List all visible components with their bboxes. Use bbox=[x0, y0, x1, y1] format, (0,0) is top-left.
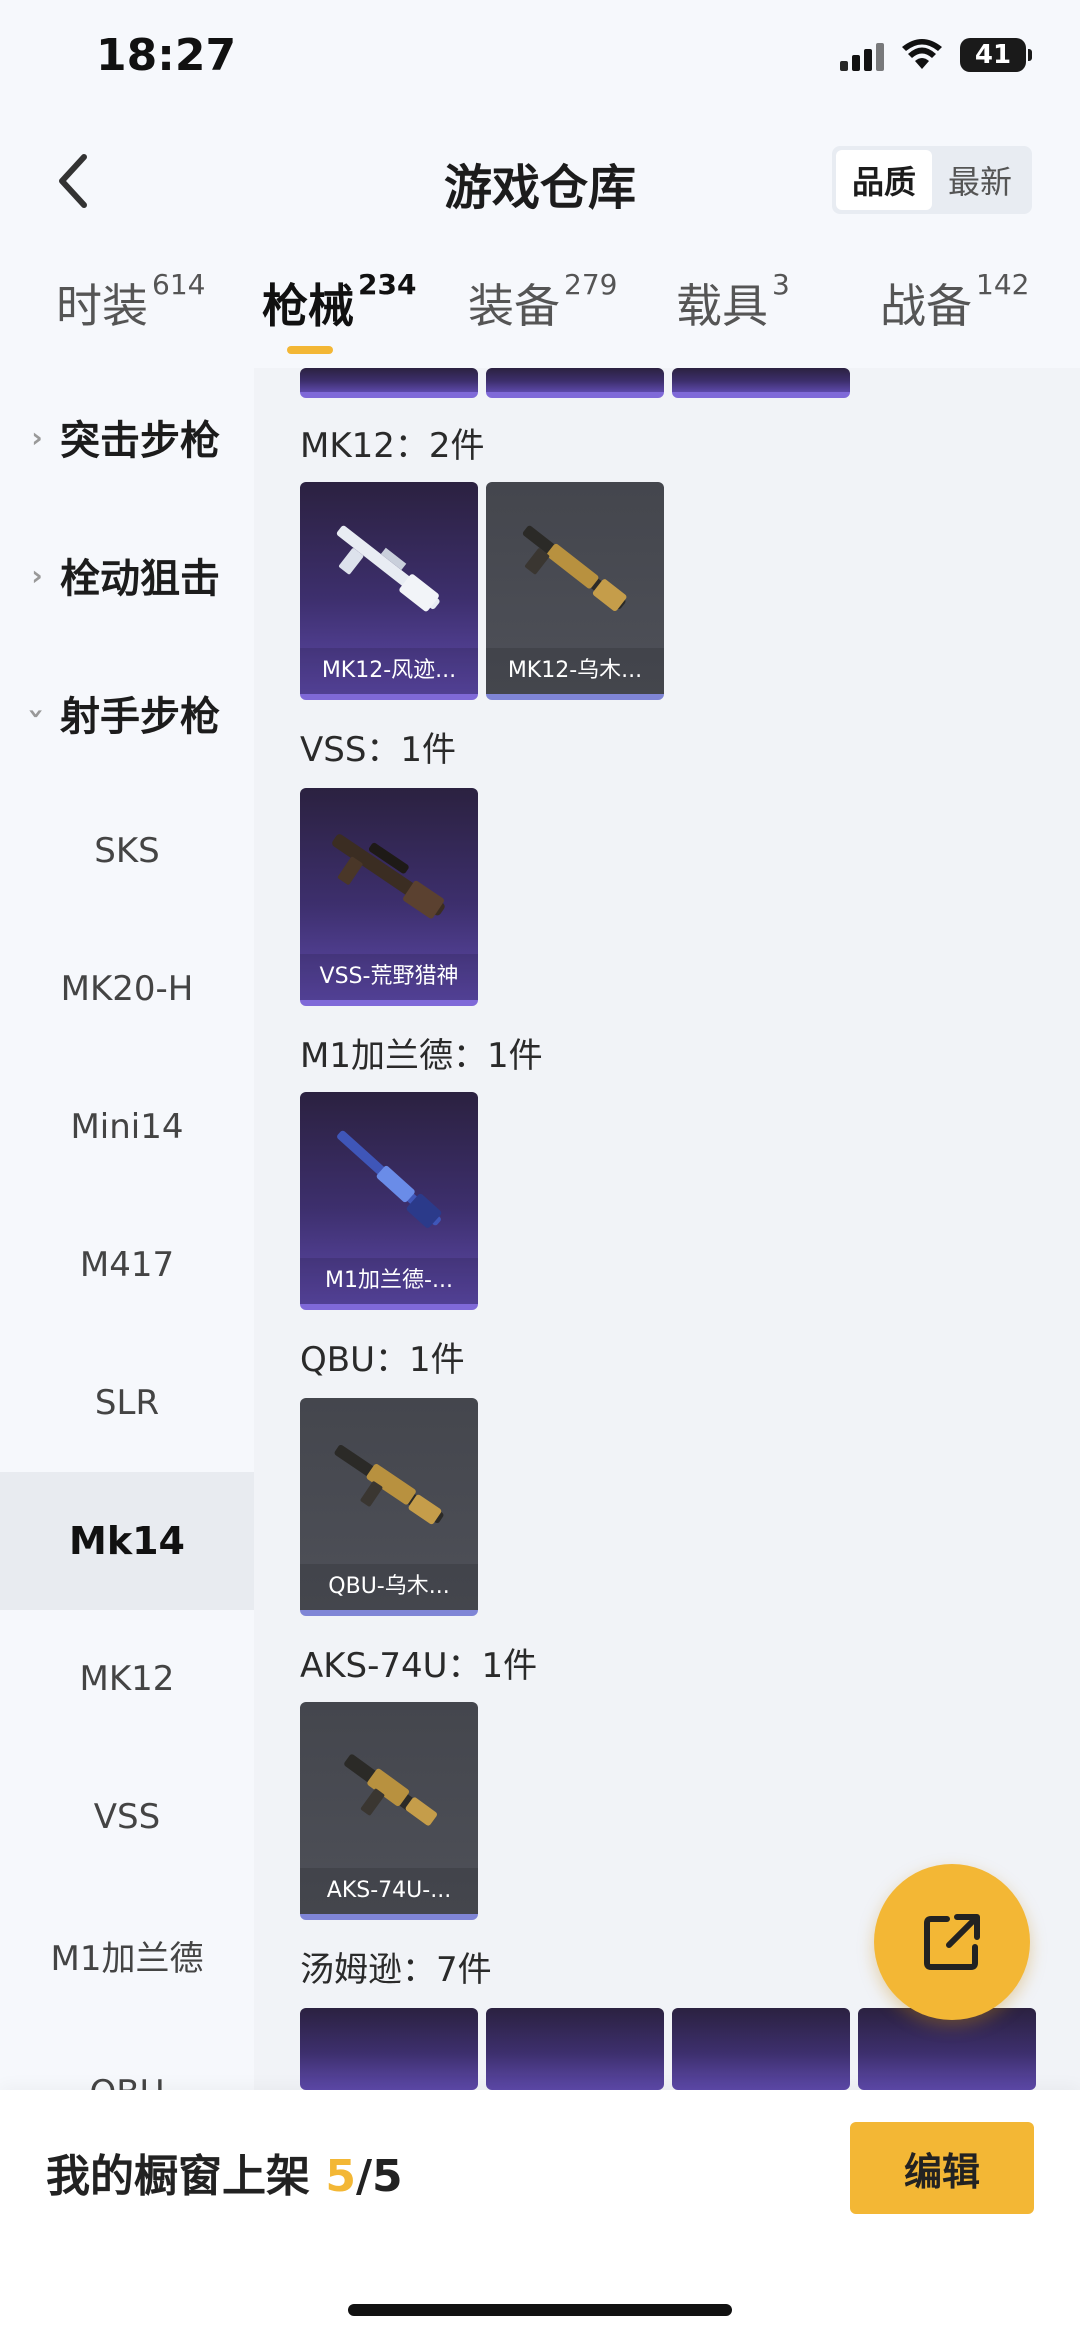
weapon-card-partial[interactable] bbox=[300, 2008, 478, 2090]
tab-supplies[interactable]: 战备 142 bbox=[880, 268, 1029, 336]
active-tab-indicator bbox=[287, 346, 333, 354]
weapon-card-label: QBU-乌木... bbox=[300, 1564, 478, 1610]
wifi-icon bbox=[902, 39, 942, 71]
battery-level: 41 bbox=[974, 40, 1012, 70]
header: 游戏仓库 品质 最新 bbox=[0, 120, 1080, 240]
status-icons: 41 bbox=[840, 38, 1032, 72]
chevron-down-icon: › bbox=[20, 707, 54, 719]
showcase-count: 5 bbox=[325, 2151, 356, 2202]
rifle-image bbox=[344, 1754, 438, 1826]
sidebar-item-m1-garand[interactable]: M1加兰德 bbox=[0, 1886, 254, 2024]
weapon-card-partial[interactable] bbox=[672, 368, 850, 398]
weapon-card-label: AKS-74U-... bbox=[300, 1868, 478, 1914]
sort-toggle: 品质 最新 bbox=[832, 146, 1032, 214]
sidebar-item-mk12[interactable]: MK12 bbox=[0, 1610, 254, 1748]
status-time: 18:27 bbox=[96, 30, 237, 81]
sidebar-item-mini14[interactable]: Mini14 bbox=[0, 1058, 254, 1196]
rifle-image bbox=[332, 834, 445, 919]
weapon-card[interactable]: MK12-风迹... bbox=[300, 482, 478, 700]
category-tabs: 时装 614 枪械 234 装备 279 载具 3 战备 142 bbox=[0, 240, 1080, 368]
weapon-card-partial[interactable] bbox=[486, 368, 664, 398]
tab-vehicles[interactable]: 载具 3 bbox=[676, 268, 790, 336]
sidebar-item-mk14[interactable]: Mk14 bbox=[0, 1472, 254, 1610]
share-external-icon bbox=[924, 1914, 980, 1970]
group-title: AKS-74U：1件 bbox=[300, 1646, 538, 1686]
chevron-right-icon: › bbox=[31, 420, 43, 454]
rifle-image bbox=[522, 525, 627, 611]
bottom-bar: 我的橱窗上架 5/5 编辑 bbox=[0, 2090, 1080, 2339]
sidebar-item-vss[interactable]: VSS bbox=[0, 1748, 254, 1886]
rifle-image bbox=[334, 1444, 444, 1525]
weapon-card-partial[interactable] bbox=[858, 2008, 1036, 2090]
weapon-card-label: MK12-风迹... bbox=[300, 648, 478, 694]
weapon-card[interactable]: M1加兰德-... bbox=[300, 1092, 478, 1310]
sort-newest-option[interactable]: 最新 bbox=[932, 150, 1028, 210]
weapon-card[interactable]: AKS-74U-... bbox=[300, 1702, 478, 1920]
chevron-right-icon: › bbox=[31, 558, 43, 592]
sidebar-item-sks[interactable]: SKS bbox=[0, 782, 254, 920]
weapon-list: MK12：2件 MK12-风迹... MK12-乌木... VSS：1件 VSS… bbox=[254, 368, 1080, 2090]
sidebar-item-slr[interactable]: SLR bbox=[0, 1334, 254, 1472]
sort-quality-option[interactable]: 品质 bbox=[836, 150, 932, 210]
tab-guns[interactable]: 枪械 234 bbox=[262, 268, 416, 336]
weapon-card-partial[interactable] bbox=[486, 2008, 664, 2090]
weapon-card[interactable]: VSS-荒野猎神 bbox=[300, 788, 478, 1006]
weapon-sidebar: › 突击步枪 › 栓动狙击 › 射手步枪 SKS MK20-H Mini14 M417… bbox=[0, 368, 254, 2090]
edit-button[interactable]: 编辑 bbox=[850, 2122, 1034, 2214]
weapon-card-label: M1加兰德-... bbox=[300, 1258, 478, 1304]
sidebar-item-mk20h[interactable]: MK20-H bbox=[0, 920, 254, 1058]
weapon-card[interactable]: MK12-乌木... bbox=[486, 482, 664, 700]
weapon-card[interactable]: QBU-乌木... bbox=[300, 1398, 478, 1616]
showcase-status: 我的橱窗上架 5/5 bbox=[46, 2151, 403, 2202]
group-title: VSS：1件 bbox=[300, 730, 457, 770]
battery-icon: 41 bbox=[960, 38, 1032, 72]
group-title: QBU：1件 bbox=[300, 1340, 465, 1380]
group-title: 汤姆逊：7件 bbox=[300, 1950, 492, 1990]
sidebar-category-bolt-action[interactable]: › 栓动狙击 bbox=[0, 506, 254, 644]
weapon-card-partial[interactable] bbox=[672, 2008, 850, 2090]
weapon-card-label: MK12-乌木... bbox=[486, 648, 664, 694]
rifle-image bbox=[337, 1130, 442, 1228]
tab-fashion[interactable]: 时装 614 bbox=[56, 268, 205, 336]
sidebar-item-m417[interactable]: M417 bbox=[0, 1196, 254, 1334]
sidebar-category-marksman[interactable]: › 射手步枪 bbox=[0, 644, 254, 782]
share-button[interactable] bbox=[874, 1864, 1030, 2020]
sidebar-category-assault-rifles[interactable]: › 突击步枪 bbox=[0, 368, 254, 506]
status-bar: 18:27 41 bbox=[0, 0, 1080, 120]
rifle-image bbox=[336, 525, 440, 612]
weapon-card-partial[interactable] bbox=[300, 368, 478, 398]
signal-icon bbox=[840, 39, 884, 71]
sidebar-item-qbu[interactable]: QBU bbox=[0, 2024, 254, 2090]
weapon-card-label: VSS-荒野猎神 bbox=[300, 954, 478, 1000]
group-title: M1加兰德：1件 bbox=[300, 1036, 543, 1076]
home-indicator bbox=[348, 2304, 732, 2316]
tab-equipment[interactable]: 装备 279 bbox=[468, 268, 617, 336]
group-title: MK12：2件 bbox=[300, 426, 485, 466]
